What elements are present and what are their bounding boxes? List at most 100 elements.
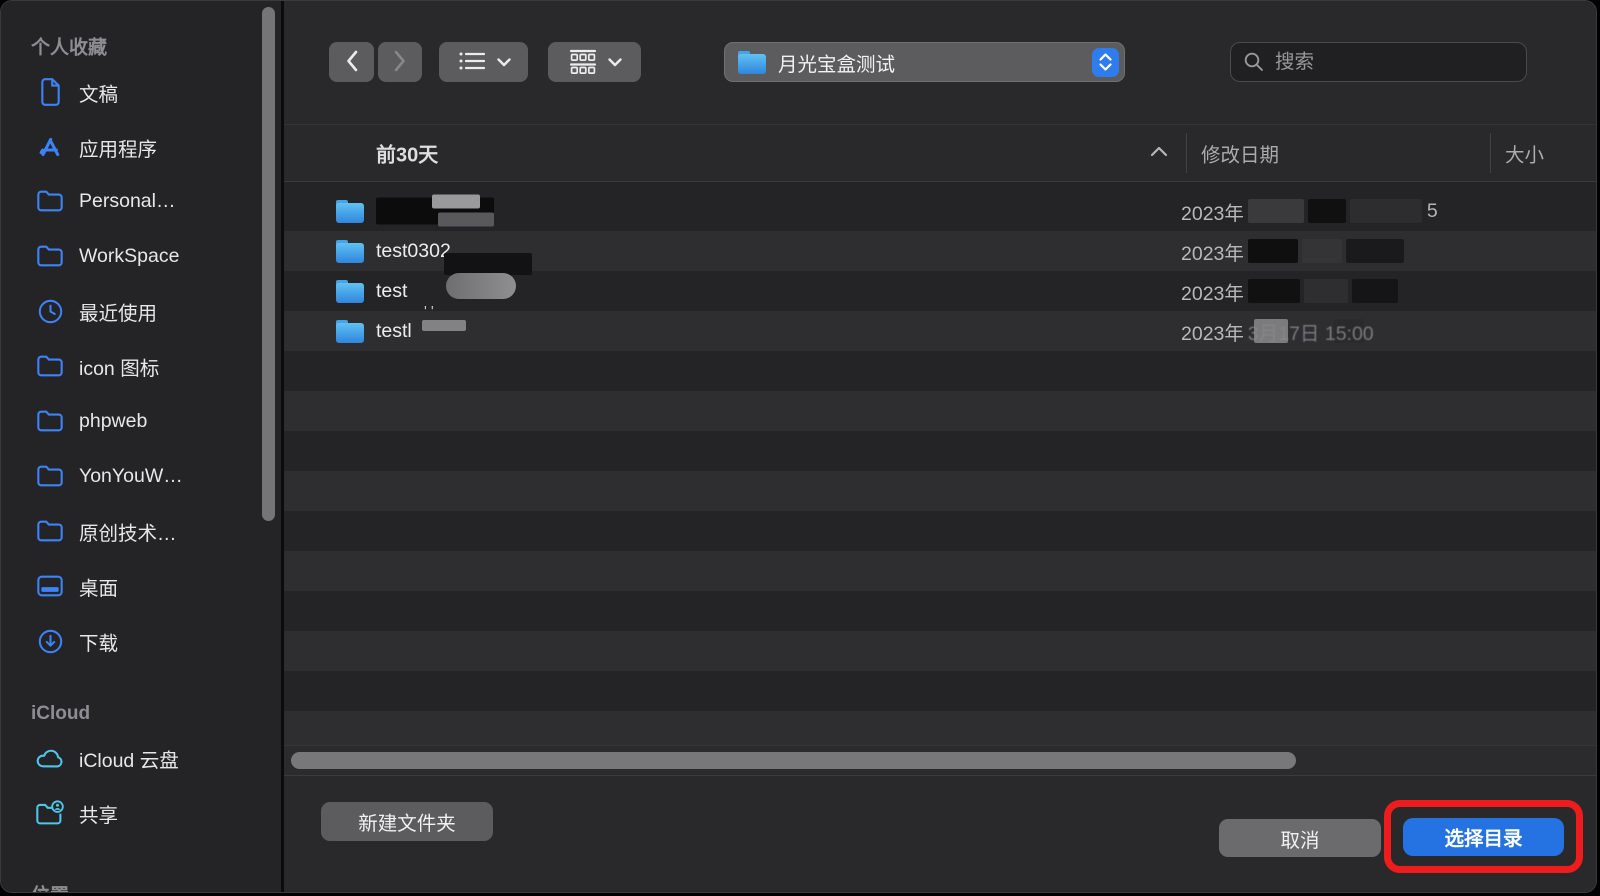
row-stripe bbox=[284, 591, 1597, 631]
group-view-icon bbox=[567, 48, 599, 77]
back-button[interactable] bbox=[329, 42, 374, 82]
redaction-block bbox=[1352, 279, 1398, 303]
horizontal-scrollbar-thumb[interactable] bbox=[291, 752, 1296, 769]
sidebar-item-phpweb[interactable]: phpweb bbox=[1, 399, 281, 443]
redaction-block bbox=[1248, 199, 1304, 223]
search-icon bbox=[1243, 51, 1265, 73]
row-stripe bbox=[284, 671, 1597, 711]
sort-ascending-icon[interactable] bbox=[1150, 144, 1168, 162]
list-view-icon bbox=[456, 49, 488, 76]
chevron-down-icon bbox=[608, 55, 622, 70]
folder-icon bbox=[35, 406, 65, 436]
sidebar-item-label: 下载 bbox=[79, 627, 118, 656]
forward-button[interactable] bbox=[378, 42, 422, 82]
row-name: test0302 bbox=[376, 240, 451, 263]
sidebar-item-workspace[interactable]: WorkSpace bbox=[1, 234, 281, 278]
row-stripe bbox=[284, 551, 1597, 591]
sidebar-item-downloads[interactable]: 下载 bbox=[1, 619, 281, 663]
list-view-button[interactable] bbox=[439, 42, 528, 82]
shared-folder-icon bbox=[35, 798, 65, 828]
redacted-name bbox=[376, 198, 494, 225]
sidebar: 个人收藏 文稿 应用程序 Personal… WorkSpace bbox=[1, 1, 284, 892]
chevron-down-icon bbox=[497, 55, 511, 70]
redaction-marks: '' bbox=[424, 303, 438, 320]
download-icon bbox=[35, 626, 65, 656]
sidebar-item-icloud-drive[interactable]: iCloud 云盘 bbox=[1, 736, 281, 780]
group-view-button[interactable] bbox=[548, 42, 641, 82]
folder-icon bbox=[35, 461, 65, 491]
row-date: 2023年 bbox=[1181, 277, 1398, 306]
sidebar-section-locations: 位置 bbox=[31, 881, 69, 894]
table-row[interactable]: 2023年 5 bbox=[284, 191, 1597, 231]
redaction-block bbox=[1248, 279, 1300, 303]
folder-icon bbox=[336, 200, 364, 223]
main-panel: 月光宝盒测试 前30天 修改日期 大小 bbox=[284, 1, 1597, 892]
sidebar-item-label: WorkSpace bbox=[79, 245, 179, 268]
redaction-block bbox=[1302, 239, 1342, 263]
row-name: testl bbox=[376, 320, 412, 343]
folder-icon bbox=[336, 320, 364, 343]
cancel-button[interactable]: 取消 bbox=[1219, 819, 1381, 857]
column-header-size[interactable]: 大小 bbox=[1505, 139, 1544, 168]
row-date: 2023年 3月17日 15:00 bbox=[1181, 317, 1364, 346]
sidebar-section-icloud: iCloud bbox=[31, 703, 90, 725]
sidebar-item-label: 应用程序 bbox=[79, 133, 157, 162]
row-stripe bbox=[284, 431, 1597, 471]
sidebar-item-label: YonYouW… bbox=[79, 465, 183, 488]
sidebar-scrollbar[interactable] bbox=[262, 7, 275, 521]
footer-bar: 新建文件夹 取消 选择目录 bbox=[284, 775, 1597, 892]
redaction-block bbox=[1346, 239, 1404, 263]
row-name: test bbox=[376, 280, 407, 303]
table-row[interactable]: test 2023年 bbox=[284, 271, 1597, 311]
sidebar-item-desktop[interactable]: 桌面 bbox=[1, 564, 281, 608]
row-stripe bbox=[284, 471, 1597, 511]
sidebar-item-icon-folder[interactable]: icon 图标 bbox=[1, 344, 281, 388]
table-row[interactable]: testl '' 2023年 3月17日 15:00 bbox=[284, 311, 1597, 351]
column-divider[interactable] bbox=[1186, 133, 1187, 173]
file-picker-dialog: 个人收藏 文稿 应用程序 Personal… WorkSpace bbox=[0, 0, 1597, 893]
redaction-block bbox=[1254, 319, 1288, 343]
sidebar-item-shared[interactable]: 共享 bbox=[1, 791, 281, 835]
sidebar-item-label: 桌面 bbox=[79, 572, 118, 601]
redaction-block bbox=[1248, 239, 1298, 263]
sidebar-item-recents[interactable]: 最近使用 bbox=[1, 289, 281, 333]
sidebar-item-label: icon 图标 bbox=[79, 352, 159, 381]
search-field[interactable] bbox=[1230, 42, 1527, 82]
desktop-icon bbox=[35, 571, 65, 601]
sidebar-item-label: 原创技术… bbox=[79, 517, 177, 546]
sidebar-item-applications[interactable]: 应用程序 bbox=[1, 125, 281, 169]
redaction-block bbox=[1308, 199, 1346, 223]
search-input[interactable] bbox=[1273, 50, 1497, 75]
table-row[interactable]: test0302 2023年 bbox=[284, 231, 1597, 271]
sidebar-item-personal[interactable]: Personal… bbox=[1, 179, 281, 223]
chevron-left-icon bbox=[344, 49, 360, 76]
horizontal-scrollbar[interactable] bbox=[284, 745, 1597, 776]
location-dropdown[interactable]: 月光宝盒测试 bbox=[724, 42, 1125, 82]
list-header: 前30天 修改日期 大小 bbox=[284, 125, 1597, 182]
folder-icon bbox=[35, 241, 65, 271]
column-divider[interactable] bbox=[1490, 133, 1491, 173]
row-date: 2023年 5 bbox=[1181, 197, 1438, 226]
sidebar-item-label: phpweb bbox=[79, 410, 147, 433]
row-stripe bbox=[284, 711, 1597, 745]
sidebar-item-label: 文稿 bbox=[79, 78, 118, 107]
sidebar-item-label: 最近使用 bbox=[79, 297, 157, 326]
folder-icon bbox=[35, 186, 65, 216]
sidebar-item-documents[interactable]: 文稿 bbox=[1, 70, 281, 114]
sidebar-item-label: Personal… bbox=[79, 190, 175, 213]
location-label: 月光宝盒测试 bbox=[778, 48, 1092, 77]
new-folder-button[interactable]: 新建文件夹 bbox=[321, 802, 493, 841]
row-stripe bbox=[284, 391, 1597, 431]
chevron-right-icon bbox=[392, 49, 408, 76]
document-icon bbox=[35, 77, 65, 107]
sidebar-item-label: iCloud 云盘 bbox=[79, 744, 179, 773]
group-header: 前30天 bbox=[376, 139, 438, 168]
column-header-date-modified[interactable]: 修改日期 bbox=[1201, 139, 1279, 168]
file-list: 2023年 5 test0302 2023年 bbox=[284, 182, 1597, 745]
sidebar-item-yonyou[interactable]: YonYouW… bbox=[1, 454, 281, 498]
choose-directory-button[interactable]: 选择目录 bbox=[1403, 818, 1564, 856]
folder-icon bbox=[336, 280, 364, 303]
sidebar-item-original-tech[interactable]: 原创技术… bbox=[1, 509, 281, 553]
red-annotation-box: 选择目录 bbox=[1384, 800, 1583, 873]
folder-icon bbox=[336, 240, 364, 263]
